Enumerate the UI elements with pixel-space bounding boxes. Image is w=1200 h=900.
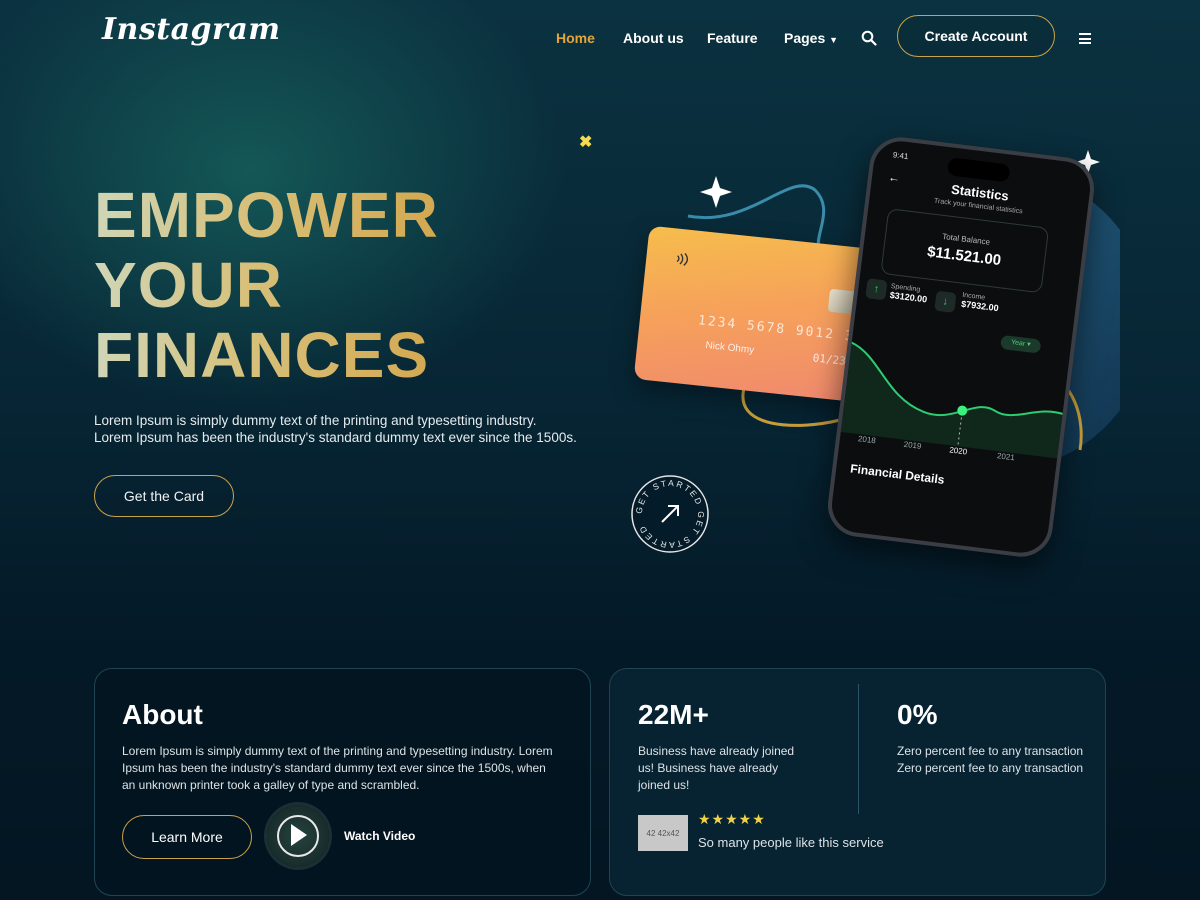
stat-businesses-line: joined us!	[638, 778, 690, 792]
spending-value: $3120.00	[889, 289, 928, 305]
year-label: 2021	[996, 451, 1016, 463]
hero-description-line: Lorem Ipsum is simply dummy text of the …	[94, 413, 537, 428]
stat-businesses-line: Business have already joined	[638, 744, 795, 758]
hero-title-line: YOUR	[94, 249, 283, 321]
card-holder: Nick Ohmy	[704, 340, 755, 357]
learn-more-button[interactable]: Learn More	[122, 815, 252, 859]
phone-time: 9:41	[892, 150, 909, 162]
income-summary: Income $7932.00	[961, 292, 1000, 313]
about-title: About	[122, 699, 203, 730]
rating-text: So many people like this service	[698, 835, 884, 850]
hero-title: EMPOWER YOUR FINANCES	[94, 180, 439, 390]
hero-description-line: Lorem Ipsum has been the industry's stan…	[94, 430, 577, 445]
hero-title-line: FINANCES	[94, 319, 430, 391]
about-description-line: Ipsum has been the industry's standard d…	[122, 761, 546, 775]
stat-fee-description: Zero percent fee to any transaction Zero…	[897, 743, 1102, 777]
caret-down-icon: ▼	[829, 35, 839, 45]
year-label: 2020	[948, 445, 968, 457]
user-thumbnail: 42 42x42	[638, 815, 688, 851]
period-label: Year	[1010, 339, 1026, 348]
about-description-line: an unknown printer took a galley of type…	[122, 778, 420, 792]
hero-title-line: EMPOWER	[94, 179, 439, 251]
spending-summary: Spending $3120.00	[889, 283, 928, 304]
stat-fee-line: Zero percent fee to any transaction	[897, 761, 1084, 775]
rating-stars-icon: ★★★★★	[698, 811, 766, 827]
nav-pages-label: Pages	[784, 30, 826, 46]
about-description-line: Lorem Ipsum is simply dummy text of the …	[122, 744, 553, 758]
play-icon	[291, 824, 307, 846]
create-account-button[interactable]: Create Account	[897, 15, 1055, 57]
arrow-down-icon: ↓	[934, 290, 957, 313]
play-video-button[interactable]	[267, 805, 329, 867]
watch-video-link[interactable]: Watch Video	[344, 829, 415, 843]
hero-description: Lorem Ipsum is simply dummy text of the …	[94, 412, 614, 446]
nav-feature[interactable]: Feature	[707, 30, 758, 46]
get-the-card-button[interactable]: Get the Card	[94, 475, 234, 517]
year-label: 2019	[903, 439, 922, 451]
sparkle-icon	[700, 176, 732, 208]
contactless-icon	[676, 252, 689, 266]
cross-sparkle-icon: ✖	[579, 134, 593, 151]
balance-card: Total Balance $11.521.00	[880, 208, 1050, 294]
search-icon[interactable]	[861, 30, 877, 46]
stat-businesses-description: Business have already joined us! Busines…	[638, 743, 838, 794]
stats-divider	[858, 684, 859, 814]
phone-notch	[946, 157, 1011, 183]
get-started-badge[interactable]: GET STARTED GET STARTED	[630, 474, 710, 554]
stat-businesses-line: us! Business have already	[638, 761, 779, 775]
top-navigation: Instagram Home About us Feature Pages ▼ …	[0, 0, 1200, 80]
financial-details-title: Financial Details	[849, 461, 946, 487]
hamburger-icon[interactable]	[1079, 33, 1091, 44]
stat-fee-value: 0%	[897, 699, 938, 730]
nav-home[interactable]: Home	[556, 30, 595, 46]
brand-logo[interactable]: Instagram	[102, 12, 281, 47]
arrow-up-icon: ↑	[865, 278, 888, 301]
about-card: About Lorem Ipsum is simply dummy text o…	[94, 668, 591, 896]
card-expiry: 01/23	[812, 351, 847, 368]
stat-businesses-value: 22M+	[638, 699, 709, 730]
stats-card: 22M+ Business have already joined us! Bu…	[609, 668, 1106, 896]
year-label: 2018	[857, 434, 877, 446]
nav-about-us[interactable]: About us	[623, 30, 684, 46]
income-value: $7932.00	[960, 298, 1000, 314]
nav-pages[interactable]: Pages ▼	[784, 30, 838, 46]
stat-fee-line: Zero percent fee to any transaction	[897, 744, 1084, 758]
about-description: Lorem Ipsum is simply dummy text of the …	[122, 743, 572, 794]
